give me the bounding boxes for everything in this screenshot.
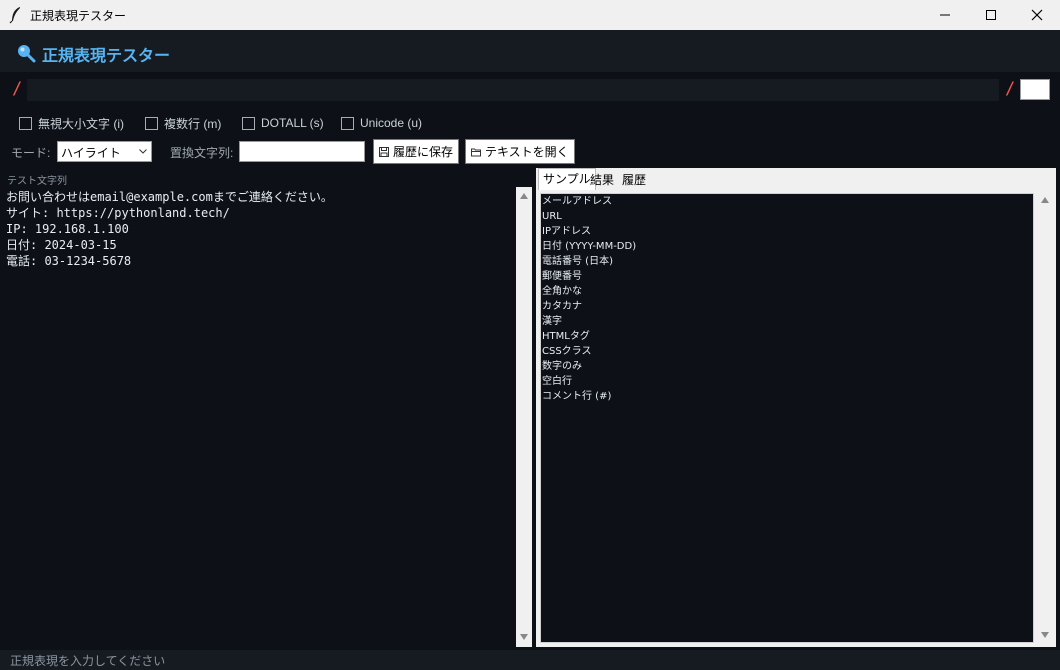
samples-scrollbar[interactable] [1036, 193, 1054, 643]
scroll-down-icon [520, 634, 528, 640]
list-item[interactable]: 空白行 [541, 374, 1033, 389]
list-item[interactable]: 電話番号 (日本) [541, 254, 1033, 269]
flags-input[interactable] [1020, 79, 1050, 100]
save-icon [379, 146, 389, 157]
unicode-label: Unicode (u) [360, 116, 423, 130]
tab-history[interactable]: 履歴 [618, 170, 650, 189]
scroll-up-icon [520, 193, 528, 199]
list-item[interactable]: CSSクラス [541, 344, 1033, 359]
regex-open-slash: / [12, 79, 23, 99]
ignorecase-checkbox[interactable]: 無視大小文字 (i) [19, 114, 124, 132]
test-line: 日付: 2024-03-15 [6, 238, 117, 252]
list-item[interactable]: メールアドレス [541, 194, 1033, 209]
list-item[interactable]: 漢字 [541, 314, 1033, 329]
regex-input[interactable] [27, 79, 999, 101]
test-scrollbar[interactable] [516, 187, 532, 647]
tab-results[interactable]: 結果 [586, 170, 618, 189]
app-header: 正規表現テスター [0, 30, 1060, 72]
save-history-label: 履歴に保存 [393, 145, 454, 159]
replace-label: 置換文字列: [170, 146, 234, 160]
mode-select[interactable]: ハイライト [57, 141, 152, 162]
side-tabs: サンプル 結果 履歴 [536, 168, 1056, 190]
mode-label: モード: [11, 146, 51, 160]
status-bar: 正規表現を入力してください [0, 650, 1060, 670]
feather-icon [9, 7, 20, 24]
ignorecase-label: 無視大小文字 (i) [38, 116, 124, 131]
checkbox-box[interactable] [19, 116, 32, 130]
test-line: 電話: 03-1234-5678 [6, 254, 132, 268]
list-item[interactable]: 数字のみ [541, 359, 1033, 374]
list-item[interactable]: カタカナ [541, 299, 1033, 314]
list-item[interactable]: 郵便番号 [541, 269, 1033, 284]
list-item[interactable]: 日付 (YYYY-MM-DD) [541, 239, 1033, 254]
window-title: 正規表現テスター [30, 9, 127, 23]
maximize-icon [986, 10, 996, 20]
test-string-area[interactable]: お問い合わせはemail@example.comまでご連絡ください。 サイト: … [6, 189, 506, 269]
list-item[interactable]: HTMLタグ [541, 329, 1033, 344]
save-history-button[interactable]: 履歴に保存 [373, 139, 460, 164]
chevron-down-icon [139, 149, 147, 154]
regex-close-slash: / [1005, 79, 1016, 99]
checkbox-box[interactable] [145, 116, 158, 130]
test-line: お問い合わせはemail@example.comまでご連絡ください。 [6, 190, 333, 204]
magnifier-icon [18, 45, 36, 63]
dotall-checkbox[interactable]: DOTALL (s) [242, 114, 324, 132]
checkbox-box[interactable] [341, 116, 354, 130]
samples-list[interactable]: メールアドレス URL IPアドレス 日付 (YYYY-MM-DD) 電話番号 … [540, 193, 1034, 643]
list-item[interactable]: URL [541, 209, 1033, 224]
close-button[interactable] [1014, 0, 1060, 30]
mode-selected-value: ハイライト [61, 146, 121, 160]
list-item[interactable]: 全角かな [541, 284, 1033, 299]
scroll-down-icon [1041, 632, 1049, 638]
list-item[interactable]: IPアドレス [541, 224, 1033, 239]
replace-input[interactable] [239, 141, 365, 162]
window-titlebar: 正規表現テスター [0, 0, 1060, 30]
minimize-icon [940, 14, 950, 16]
checkbox-box[interactable] [242, 116, 255, 130]
list-item[interactable]: コメント行 (#) [541, 389, 1033, 404]
status-text: 正規表現を入力してください [10, 654, 166, 668]
test-line: サイト: https://pythonland.tech/ [6, 206, 230, 220]
multiline-checkbox[interactable]: 複数行 (m) [145, 114, 221, 132]
open-text-label: テキストを開く [485, 145, 569, 159]
test-line: IP: 192.168.1.100 [6, 222, 129, 236]
multiline-label: 複数行 (m) [164, 116, 222, 131]
open-text-button[interactable]: テキストを開く [465, 139, 575, 164]
unicode-checkbox[interactable]: Unicode (u) [341, 114, 422, 132]
scroll-up-icon [1041, 197, 1049, 203]
maximize-button[interactable] [968, 0, 1014, 30]
folder-icon [471, 148, 481, 156]
close-icon [1031, 9, 1043, 21]
test-string-label: テスト文字列 [7, 176, 67, 187]
dotall-label: DOTALL (s) [261, 116, 324, 130]
app-title: 正規表現テスター [42, 46, 171, 65]
minimize-button[interactable] [922, 0, 968, 30]
